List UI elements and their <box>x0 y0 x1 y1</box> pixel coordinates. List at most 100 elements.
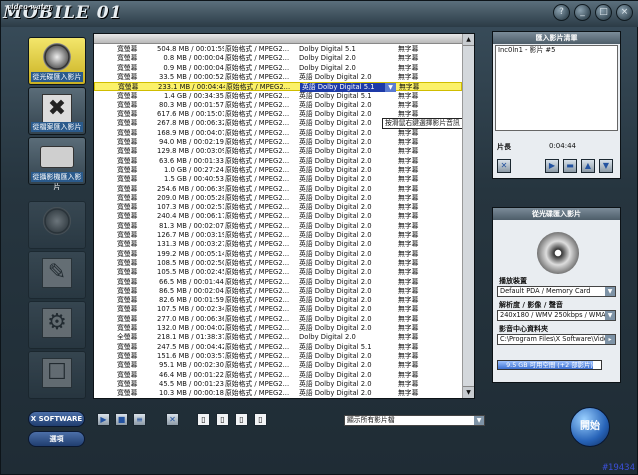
disabled-device-button: ☐ <box>28 351 86 399</box>
table-row[interactable]: 寬螢幕 247.5 MB / 00:04:42 原始格式 / MPEG2... 英語 … <box>94 343 462 352</box>
tools-icon: ⚙ <box>42 308 72 338</box>
restore-button[interactable]: □ <box>595 4 612 21</box>
help-button[interactable]: ? <box>553 4 570 21</box>
table-row[interactable]: 寬螢幕 63.6 MB / 00:01:33 原始格式 / MPEG2... 英語 D… <box>94 157 462 166</box>
list-scrollbar[interactable]: ▲ ▼ <box>462 34 474 398</box>
view-mode-3-button[interactable]: ▯ <box>235 413 248 426</box>
device-select[interactable]: Default PDA / Memory Card ▼ <box>497 286 616 297</box>
table-cell: 原始格式 / MPEG2... <box>225 342 290 351</box>
title-bar: video water MOBILE 01 ? _ □ × <box>1 1 638 27</box>
table-row[interactable]: 寬螢幕 33.5 MB / 00:00:52 原始格式 / MPEG2... 英語 D… <box>94 73 462 82</box>
table-row[interactable]: 寬螢幕 131.3 MB / 00:03:27 原始格式 / MPEG2... 英語 … <box>94 240 462 249</box>
import-list-item[interactable]: Inc0ln1 - 影片 #5 <box>498 46 617 55</box>
scroll-up-icon[interactable]: ▲ <box>463 34 474 46</box>
view-mode-2-button[interactable]: ▯ <box>216 413 229 426</box>
chevron-down-icon[interactable]: ▼ <box>605 311 615 320</box>
chevron-down-icon[interactable]: ▼ <box>605 287 615 296</box>
file-filter-select[interactable]: 顯示所有影片檔 ▼ <box>344 415 485 426</box>
format-label: 解析度 / 影像 / 聲音 <box>499 301 563 309</box>
play-button[interactable]: ▶ <box>97 413 110 426</box>
delete-button[interactable]: ▬ <box>563 159 577 173</box>
device-value: Default PDA / Memory Card <box>500 287 591 295</box>
format-select[interactable]: 240x180 / WMV 250kbps / WMA ▼ <box>497 310 616 321</box>
table-row[interactable]: 寬螢幕 132.0 MB / 00:04:02 原始格式 / MPEG2... 英語 … <box>94 324 462 333</box>
minimize-button[interactable]: _ <box>574 4 591 21</box>
length-value: 0:04:44 <box>549 142 576 150</box>
table-row[interactable]: 寬螢幕 82.6 MB / 00:01:59 原始格式 / MPEG2... 英語 D… <box>94 296 462 305</box>
table-row[interactable]: 寬螢幕 107.5 MB / 00:02:34 原始格式 / MPEG2... 英語 … <box>94 305 462 314</box>
table-cell: 無字幕 <box>398 324 419 332</box>
table-cell: 英語 Dolby Digital 2.0 <box>299 370 372 379</box>
table-row[interactable]: 寬螢幕 10.3 MB / 00:00:18 原始格式 / MPEG2... 英語 D… <box>94 389 462 398</box>
table-cell: 寬螢幕 <box>117 361 138 370</box>
table-row[interactable]: 寬螢幕 0.9 MB / 00:00:04 原始格式 / MPEG2... Dolby… <box>94 64 462 73</box>
import-file-button[interactable]: ✖ 從檔案匯入影片 <box>28 87 86 135</box>
table-row[interactable]: 寬螢幕 126.7 MB / 00:03:19 原始格式 / MPEG2... 英語 … <box>94 231 462 240</box>
table-row[interactable]: 寬螢幕 46.4 MB / 00:01:22 原始格式 / MPEG2... 英語 D… <box>94 371 462 380</box>
browse-folder-icon[interactable]: ▸ <box>605 335 615 344</box>
table-cell: 33.5 MB / 00:00:52 <box>159 72 224 81</box>
table-cell: 原始格式 / MPEG2... <box>225 110 290 119</box>
table-row[interactable]: 寬螢幕 1.5 GB / 00:40:53 原始格式 / MPEG2... 英語 Do… <box>94 175 462 184</box>
table-row[interactable]: 寬螢幕 233.1 MB / 00:04:44 原始格式 / MPEG2... 英語 … <box>94 82 462 93</box>
table-row[interactable]: 寬螢幕 240.4 MB / 00:06:17 原始格式 / MPEG2... 英語 … <box>94 212 462 221</box>
table-row[interactable]: 寬螢幕 209.0 MB / 00:05:28 原始格式 / MPEG2... 英語 … <box>94 194 462 203</box>
app-logo: video water MOBILE 01 <box>3 2 122 23</box>
table-row[interactable]: 全螢幕 218.1 MB / 01:38:37 原始格式 / MPEG2... Dol… <box>94 333 462 342</box>
remove-item-button[interactable]: ✕ <box>497 159 511 173</box>
table-cell: 原始格式 / MPEG2... <box>225 379 290 388</box>
table-row[interactable]: 寬螢幕 0.8 MB / 00:00:04 原始格式 / MPEG2... Dolby… <box>94 54 462 63</box>
table-row[interactable]: 寬螢幕 1.0 GB / 00:27:24 原始格式 / MPEG2... 英語 Do… <box>94 166 462 175</box>
table-cell: 151.6 MB / 00:03:57 <box>157 351 224 360</box>
move-up-button[interactable]: ▲ <box>581 159 595 173</box>
table-row[interactable]: 寬螢幕 95.1 MB / 00:02:30 原始格式 / MPEG2... 英語 D… <box>94 361 462 370</box>
stop-button[interactable]: ■ <box>115 413 128 426</box>
table-row[interactable]: 寬螢幕 45.5 MB / 00:01:23 原始格式 / MPEG2... 英語 D… <box>94 380 462 389</box>
table-row[interactable]: 寬螢幕 94.0 MB / 00:02:19 原始格式 / MPEG2... 英語 D… <box>94 138 462 147</box>
table-row[interactable]: 寬螢幕 1.4 GB / 00:34:35 原始格式 / MPEG2... 英語 Do… <box>94 92 462 101</box>
move-down-button[interactable]: ▼ <box>599 159 613 173</box>
table-cell: 原始格式 / MPEG2... <box>225 333 290 342</box>
table-row[interactable]: 寬螢幕 168.9 MB / 00:04:07 原始格式 / MPEG2... 英語 … <box>94 129 462 138</box>
disc-icon <box>43 43 71 71</box>
table-row[interactable]: 寬螢幕 108.5 MB / 00:02:50 原始格式 / MPEG2... 英語 … <box>94 259 462 268</box>
table-row[interactable]: 寬螢幕 199.2 MB / 00:05:14 原始格式 / MPEG2... 英語 … <box>94 250 462 259</box>
close-button[interactable]: × <box>616 4 633 21</box>
table-row[interactable]: 寬螢幕 277.0 MB / 00:06:36 原始格式 / MPEG2... 英語 … <box>94 315 462 324</box>
import-camera-button[interactable]: 從攝影機匯入影片 <box>28 137 86 191</box>
preview-button[interactable]: ▶ <box>545 159 559 173</box>
table-row[interactable]: 寬螢幕 254.6 MB / 00:06:39 原始格式 / MPEG2... 英語 … <box>94 185 462 194</box>
table-cell: 617.6 MB / 00:15:01 <box>157 110 224 119</box>
table-row[interactable]: 寬螢幕 105.5 MB / 00:02:45 原始格式 / MPEG2... 英語 … <box>94 268 462 277</box>
video-list[interactable]: 寬螢幕 504.8 MB / 00:01:59 原始格式 / MPEG2... Dol… <box>93 33 475 399</box>
scroll-down-icon[interactable]: ▼ <box>463 386 474 398</box>
table-cell: 45.5 MB / 00:01:23 <box>159 379 224 388</box>
import-disc-button[interactable]: 從光碟匯入影片 <box>28 37 86 85</box>
table-row[interactable]: 寬螢幕26.1 MB / 00:00:41原始格式 / MPEG2...英語 D… <box>94 398 462 399</box>
table-row[interactable]: 寬螢幕 129.8 MB / 00:03:09 原始格式 / MPEG2... 英語 … <box>94 147 462 156</box>
start-button[interactable]: 開始 <box>570 407 610 447</box>
table-cell: 原始格式 / MPEG2... <box>225 398 297 399</box>
table-cell: 英語 Dolby Digital 2.0 <box>299 119 372 128</box>
table-row[interactable]: 寬螢幕 80.3 MB / 00:01:57 原始格式 / MPEG2... 英語 D… <box>94 101 462 110</box>
remove-button[interactable]: ✕ <box>166 413 179 426</box>
table-row[interactable]: 寬螢幕 66.5 MB / 00:01:44 原始格式 / MPEG2... 英語 D… <box>94 278 462 287</box>
table-row[interactable]: 寬螢幕 151.6 MB / 00:03:57 原始格式 / MPEG2... 英語 … <box>94 352 462 361</box>
folder-field[interactable]: C:\Program Files\X Software\Video ▸ <box>497 334 616 345</box>
chevron-down-icon[interactable]: ▼ <box>474 416 484 425</box>
table-row[interactable]: 寬螢幕 81.3 MB / 00:02:07 原始格式 / MPEG2... 英語 D… <box>94 222 462 231</box>
table-cell: 英語 Dolby Digital 2.0 <box>299 249 372 258</box>
x-software-button[interactable]: X SOFTWARE <box>28 411 85 427</box>
view-mode-1-button[interactable]: ▯ <box>197 413 210 426</box>
import-list-box[interactable]: Inc0ln1 - 影片 #5 <box>495 45 618 131</box>
logo-small-text: video water <box>7 2 53 11</box>
table-row[interactable]: 寬螢幕 504.8 MB / 00:01:59 原始格式 / MPEG2... Dol… <box>94 45 462 54</box>
view-mode-4-button[interactable]: ▯ <box>254 413 267 426</box>
table-cell: 94.0 MB / 00:02:19 <box>159 138 224 146</box>
table-row[interactable]: 寬螢幕 107.3 MB / 00:02:51 原始格式 / MPEG2... 英語 … <box>94 203 462 212</box>
table-cell: 寬螢幕 <box>117 193 138 202</box>
list-view-button[interactable]: ≡ <box>133 413 146 426</box>
table-row[interactable]: 寬螢幕 86.5 MB / 00:02:04 原始格式 / MPEG2... 英語 D… <box>94 287 462 296</box>
list-header <box>94 34 474 44</box>
options-button[interactable]: 選項 <box>28 431 85 447</box>
